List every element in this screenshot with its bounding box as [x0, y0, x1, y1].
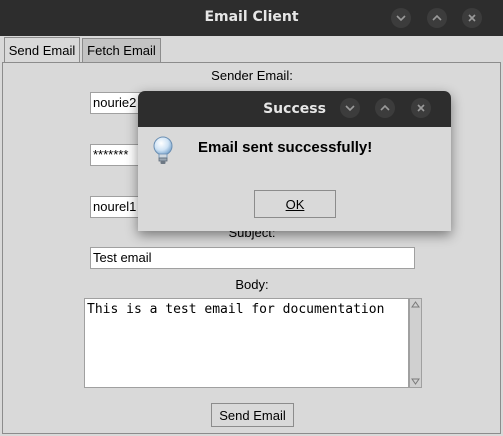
close-icon: [468, 14, 476, 22]
close-button[interactable]: [462, 8, 482, 28]
body-textarea[interactable]: This is a test email for documentation: [84, 298, 409, 388]
minimize-icon: [396, 15, 406, 22]
scroll-down-icon[interactable]: [411, 377, 420, 386]
dialog-maximize-button[interactable]: [375, 98, 395, 118]
subject-field[interactable]: Test email: [90, 247, 415, 269]
minimize-button[interactable]: [391, 8, 411, 28]
window-titlebar: Email Client: [0, 0, 503, 36]
dialog-close-button[interactable]: [411, 98, 431, 118]
maximize-icon: [380, 104, 390, 111]
dialog-message: Email sent successfully!: [198, 139, 373, 156]
dialog-title: Success: [263, 101, 326, 117]
close-icon: [417, 104, 425, 112]
minimize-icon: [345, 105, 355, 112]
body-label: Body:: [235, 277, 269, 292]
ok-button-label: OK: [285, 196, 305, 212]
tab-fetch-email[interactable]: Fetch Email: [82, 38, 161, 62]
lightbulb-info-icon: [153, 136, 173, 164]
success-dialog: Success Email sent successfully! OK: [138, 91, 451, 231]
dialog-titlebar: Success: [138, 91, 451, 127]
maximize-button[interactable]: [427, 8, 447, 28]
dialog-minimize-button[interactable]: [340, 98, 360, 118]
maximize-icon: [432, 14, 442, 21]
body-scrollbar[interactable]: [409, 298, 422, 388]
scroll-up-icon[interactable]: [411, 300, 420, 309]
tab-send-email[interactable]: Send Email: [4, 37, 80, 63]
ok-button[interactable]: OK: [254, 190, 336, 218]
sender-email-label: Sender Email:: [211, 68, 293, 83]
send-email-button[interactable]: Send Email: [211, 403, 294, 427]
